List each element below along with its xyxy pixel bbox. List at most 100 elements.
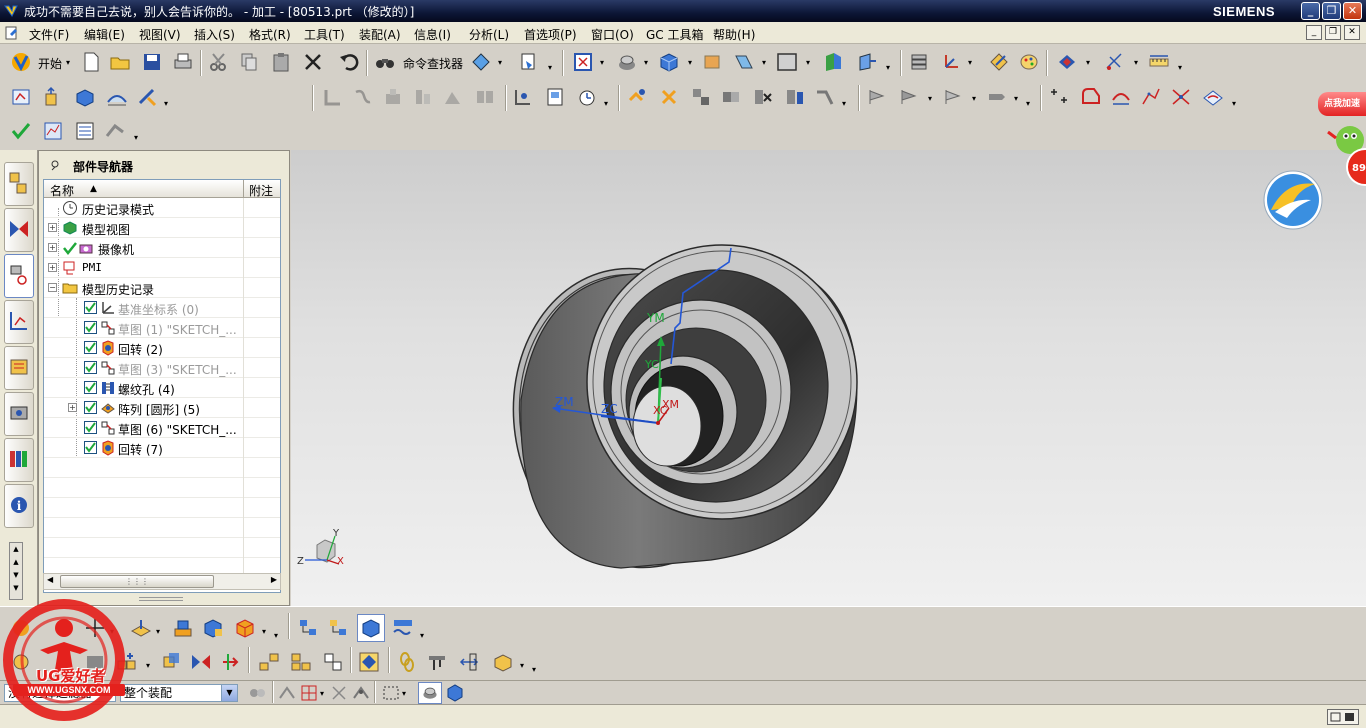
reuse-library-tab[interactable]	[4, 300, 34, 344]
tree-row-threaded-hole[interactable]: 螺纹孔 (4)	[44, 378, 280, 398]
measure-distance-icon[interactable]	[1104, 51, 1126, 73]
tree-row-revolve-2[interactable]: 回转 (2)	[44, 338, 280, 358]
visual-effects-icon[interactable]	[733, 51, 755, 73]
graphics-window[interactable]: YM YC ZM ZC XC XM Y Z X	[291, 150, 1366, 606]
wave-geometry-icon[interactable]	[358, 651, 380, 673]
assembly-constraint-icon[interactable]	[690, 86, 712, 108]
status-window-controls[interactable]	[1327, 709, 1359, 725]
view-flag-1-icon[interactable]	[866, 86, 888, 108]
surface-analysis-icon[interactable]	[74, 120, 96, 142]
assembly-tree-icon[interactable]	[298, 617, 320, 639]
visibility-checkbox[interactable]	[84, 321, 97, 334]
tree-row-pmi[interactable]: + PMI	[44, 258, 280, 278]
show-hide-icon[interactable]	[1056, 51, 1078, 73]
part-icon[interactable]	[4, 25, 20, 41]
assembly-info-icon[interactable]	[784, 86, 806, 108]
tree-row-cameras[interactable]: + 摄像机	[44, 238, 280, 258]
visibility-checkbox[interactable]	[84, 381, 97, 394]
fit-view-icon[interactable]	[572, 51, 594, 73]
tree-row-sketch-6[interactable]: 草图 (6) "SKETCH_...	[44, 418, 280, 438]
move-component-icon[interactable]	[160, 651, 182, 673]
plane-icon[interactable]	[130, 617, 152, 639]
tree-row-pattern[interactable]: + 阵列 [圆形] (5)	[44, 398, 280, 418]
exploded-view-icon[interactable]	[258, 651, 280, 673]
menu-window[interactable]: 窗口(O)	[591, 26, 634, 43]
sync-modeling-icon[interactable]	[136, 86, 158, 108]
blue-block-icon[interactable]	[202, 617, 224, 639]
edit-object-display-icon[interactable]	[988, 51, 1010, 73]
snap-grid-icon[interactable]	[298, 682, 320, 704]
menu-gc-toolbox[interactable]: GC 工具箱	[646, 26, 704, 43]
color-palette-icon[interactable]	[1018, 51, 1040, 73]
menu-information[interactable]: 信息(I)	[414, 26, 451, 43]
menu-assembly[interactable]: 装配(A)	[359, 26, 401, 43]
shaded-toggle-button[interactable]	[418, 682, 442, 704]
menu-edit[interactable]: 编辑(E)	[84, 26, 125, 43]
clamp-icon[interactable]	[426, 651, 448, 673]
paste-icon[interactable]	[270, 51, 292, 73]
wave-link-icon[interactable]	[392, 617, 414, 639]
menu-preferences[interactable]: 首选项(P)	[524, 26, 577, 43]
cut-icon[interactable]	[208, 51, 230, 73]
close-button[interactable]: ✕	[1343, 2, 1362, 20]
extrude-icon[interactable]	[42, 86, 64, 108]
deviation-icon[interactable]	[104, 120, 126, 142]
doc-restore-button[interactable]: ❐	[1325, 25, 1341, 40]
block-icon[interactable]	[74, 86, 96, 108]
expand-icon[interactable]: +	[48, 223, 57, 232]
orient-view-icon[interactable]	[658, 51, 680, 73]
part-navigator-tab[interactable]	[4, 254, 34, 298]
sketch-constraint-icon[interactable]	[512, 86, 534, 108]
resource-scroll[interactable]: ▲ ▲ ▼ ▼	[9, 542, 23, 600]
dimension-arrow-icon[interactable]	[458, 651, 480, 673]
start-label[interactable]: 开始	[38, 55, 62, 72]
bird-logo-icon[interactable]	[1263, 170, 1323, 230]
ruler-icon[interactable]	[1148, 51, 1170, 73]
tree-row-revolve-7[interactable]: 回转 (7)	[44, 438, 280, 458]
web-browser-tab[interactable]	[4, 392, 34, 436]
undo-icon[interactable]	[338, 51, 360, 73]
tree-row-datum-csys[interactable]: 基准坐标系 (0)	[44, 298, 280, 318]
speedup-ad-button[interactable]: 点我加速	[1318, 92, 1366, 116]
menu-tools[interactable]: 工具(T)	[304, 26, 345, 43]
visibility-checkbox[interactable]	[84, 301, 97, 314]
sequence-icon[interactable]	[290, 651, 312, 673]
navigator-hscroll[interactable]: ◀ ⋮⋮⋮ ▶	[43, 573, 281, 590]
project-curve-icon[interactable]	[1202, 86, 1224, 108]
menu-help[interactable]: 帮助(H)	[713, 26, 755, 43]
assembly-navigator-tab[interactable]	[4, 162, 34, 206]
menu-file[interactable]: 文件(F)	[29, 26, 69, 43]
doc-minimize-button[interactable]: _	[1306, 25, 1322, 40]
assembly-move-icon[interactable]	[658, 86, 680, 108]
clip-section-icon[interactable]	[856, 51, 878, 73]
view-flag-3-icon[interactable]	[942, 86, 964, 108]
visibility-checkbox[interactable]	[84, 401, 97, 414]
print-icon[interactable]	[172, 51, 194, 73]
component-tree-icon[interactable]	[328, 617, 350, 639]
assembly-add-icon[interactable]	[626, 86, 648, 108]
sketch-task-icon[interactable]	[10, 86, 32, 108]
assembly-route-icon[interactable]	[814, 86, 836, 108]
point-icon[interactable]	[1048, 86, 1070, 108]
delete-icon[interactable]	[302, 51, 324, 73]
snap-point-icon[interactable]	[276, 682, 298, 704]
new-file-icon[interactable]	[80, 51, 102, 73]
constraint-arrow-icon[interactable]	[220, 651, 242, 673]
drawing-sheet-icon[interactable]	[544, 86, 566, 108]
collapse-icon[interactable]: −	[48, 283, 57, 292]
assembly-mirror-icon[interactable]	[720, 86, 742, 108]
filter-settings-icon[interactable]	[246, 682, 268, 704]
surface-icon[interactable]	[106, 86, 128, 108]
expand-icon[interactable]: +	[48, 243, 57, 252]
layer-settings-icon[interactable]	[908, 51, 930, 73]
bridge-curve-icon[interactable]	[1110, 86, 1132, 108]
copy-icon[interactable]	[238, 51, 260, 73]
scroll-thumb[interactable]: ⋮⋮⋮	[60, 575, 214, 588]
menu-view[interactable]: 视图(V)	[139, 26, 181, 43]
doc-close-button[interactable]: ✕	[1344, 25, 1360, 40]
save-icon[interactable]	[141, 51, 163, 73]
start-icon[interactable]	[10, 51, 32, 73]
minimize-button[interactable]: _	[1301, 2, 1320, 20]
small-cube-icon[interactable]	[444, 682, 466, 704]
intersection-curve-icon[interactable]	[1170, 86, 1192, 108]
